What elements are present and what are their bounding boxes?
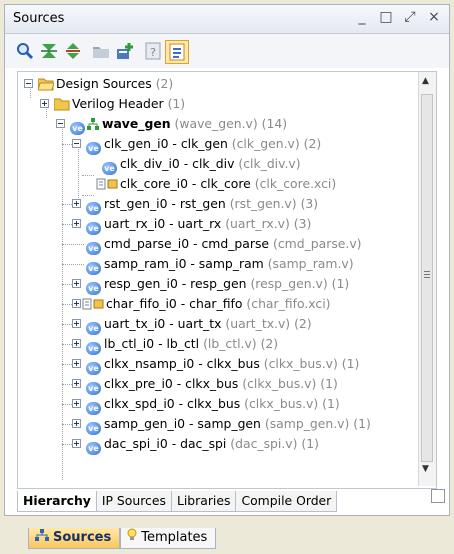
close-button[interactable]: × [427,9,441,25]
node-label: Verilog Header (1) [72,96,186,111]
ip-core-icon [82,297,104,317]
node-label: uart_tx_i0 - uart_tx (uart_tx.v) (2) [104,316,312,331]
node-label: wave_gen (wave_gen.v) (14) [102,116,288,131]
expand-toggle[interactable] [72,419,81,428]
verilog-module-icon: ve [86,257,101,277]
node-label: samp_gen_i0 - samp_gen (samp_gen.v) (1) [104,416,371,431]
properties-icon[interactable]: ? [143,41,163,61]
vertical-scrollbar[interactable]: ▲ ▼ [418,72,436,486]
node-label: rst_gen_i0 - rst_gen (rst_gen.v) (3) [104,196,319,211]
verilog-module-icon: ve [86,277,101,297]
minimize-button[interactable]: _ [355,9,369,25]
node-label: resp_gen_i0 - resp_gen (resp_gen.v) (1) [104,276,350,291]
expand-toggle[interactable] [72,359,81,368]
tab-templates-label: Templates [141,530,208,545]
tab-templates[interactable]: Templates [120,528,217,549]
verilog-module-icon: ve [86,397,101,417]
node-label: Design Sources (2) [56,76,174,91]
expand-toggle[interactable] [72,339,81,348]
add-hierarchy-icon[interactable] [115,41,135,61]
expand-toggle[interactable] [72,319,81,328]
tab-sources[interactable]: Sources [28,528,121,549]
collapse-toggle[interactable] [56,119,65,128]
expand-toggle[interactable] [72,439,81,448]
collapse-all-icon[interactable] [39,41,59,61]
folder-icon [53,97,70,117]
node-label: clkx_nsamp_i0 - clkx_bus (clkx_bus.v) (1… [104,356,360,371]
tab-compile-order[interactable]: Compile Order [235,491,338,512]
expand-all-icon[interactable] [63,41,83,61]
verilog-module-icon: ve [86,337,101,357]
float-button[interactable]: ⤢ [403,9,417,25]
node-label: clk_div_i0 - clk_div (clk_div.v) [120,156,301,171]
verilog-module-icon: ve [86,417,101,437]
tab-sources-label: Sources [53,530,112,545]
node-label: clk_gen_i0 - clk_gen (clk_gen.v) (2) [104,136,322,151]
verilog-module-icon: ve [86,197,101,217]
expand-toggle[interactable] [40,99,49,108]
tab-libraries[interactable]: Libraries [170,491,237,512]
expand-toggle[interactable] [72,219,81,228]
sources-tree: Design Sources (2) Verilog Header (1) ve… [17,71,437,489]
view-tabs: Hierarchy IP Sources Libraries Compile O… [17,491,338,513]
expand-toggle[interactable] [72,399,81,408]
restore-view-icon[interactable] [431,489,445,503]
verilog-module-icon: ve [86,217,101,237]
verilog-module-icon: ve [86,317,101,337]
svg-text:?: ? [150,46,156,59]
node-label: uart_rx_i0 - uart_rx (uart_rx.v) (3) [104,216,312,231]
maximize-button[interactable]: □ [379,9,393,25]
sources-hierarchy-icon [35,528,49,548]
folder-open-icon [37,77,55,97]
node-label: clkx_spd_i0 - clkx_bus (clkx_bus.v) (1) [104,396,340,411]
expand-toggle[interactable] [72,279,81,288]
expand-toggle[interactable] [72,379,81,388]
add-sources-icon[interactable] [91,41,111,61]
scroll-down-arrow-icon[interactable]: ▼ [422,464,429,474]
node-label: dac_spi_i0 - dac_spi (dac_spi.v) (1) [104,436,319,451]
search-icon[interactable] [15,41,35,61]
top-module-icon [87,117,99,137]
tab-ip-sources[interactable]: IP Sources [95,491,172,512]
tab-hierarchy[interactable]: Hierarchy [17,491,97,512]
verilog-module-icon: ve [86,437,101,457]
window-controls: _ □ ⤢ × [355,9,441,25]
node-label: clk_core_i0 - clk_core (clk_core.xci) [120,176,337,191]
verilog-module-icon: ve [86,137,101,157]
panel-title: Sources [13,11,65,26]
bottom-tabs: Sources Templates [28,528,217,550]
sources-panel: Sources _ □ ⤢ × ? Design Sources (2) Ver… [4,4,450,516]
expand-toggle[interactable] [72,199,81,208]
node-label: cmd_parse_i0 - cmd_parse (cmd_parse.v) [104,236,362,251]
collapse-toggle[interactable] [72,139,81,148]
panel-titlebar: Sources _ □ ⤢ × [5,5,449,34]
node-label: lb_ctl_i0 - lb_ctl (lb_ctl.v) (2) [104,336,279,351]
node-label: samp_ram_i0 - samp_ram (samp_ram.v) [104,256,354,271]
sources-toolbar: ? [5,34,449,68]
show-hierarchy-icon[interactable] [165,40,189,64]
node-label: clkx_pre_i0 - clkx_bus (clkx_bus.v) (1) [104,376,338,391]
expand-toggle[interactable] [72,299,81,308]
scrollbar-thumb[interactable] [421,94,433,462]
verilog-module-icon: ve [86,377,101,397]
lightbulb-icon [127,528,137,549]
verilog-module-icon: ve [86,357,101,377]
verilog-module-icon: ve [86,237,101,257]
scroll-up-arrow-icon[interactable]: ▲ [422,76,429,86]
collapse-toggle[interactable] [24,79,33,88]
node-label: char_fifo_i0 - char_fifo (char_fifo.xci) [106,296,331,311]
verilog-module-icon: ve [102,157,117,177]
verilog-module-icon: ve [70,117,85,137]
